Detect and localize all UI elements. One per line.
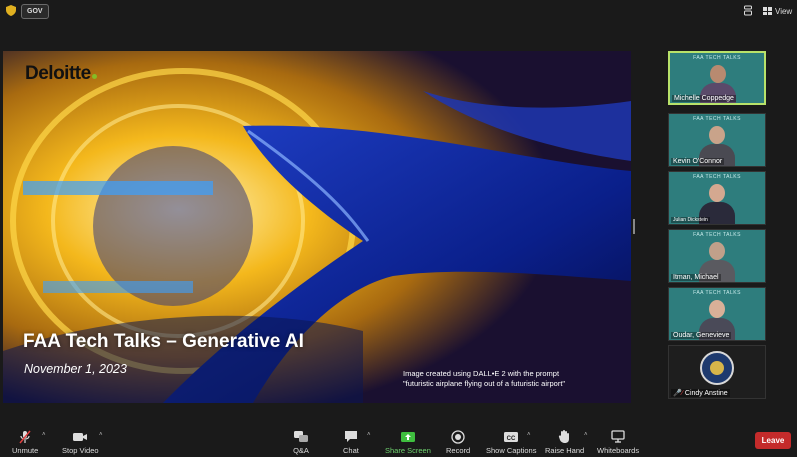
participant-tile[interactable]: FAA TECH TALKS Kevin O'Connor xyxy=(668,113,766,167)
chat-button[interactable]: Chat xyxy=(343,429,359,455)
stop-video-label: Stop Video xyxy=(62,446,99,455)
immersive-view-icon[interactable] xyxy=(743,5,753,16)
unmute-label: Unmute xyxy=(12,446,39,455)
shared-screen: Deloitte FAA Tech Talks – Generative AI … xyxy=(3,51,631,403)
share-screen-label: Share Screen xyxy=(385,446,431,455)
participant-video xyxy=(709,126,725,144)
whiteboards-label: Whiteboards xyxy=(597,446,640,455)
participant-video xyxy=(709,184,725,202)
participant-name: Michelle Coppedge xyxy=(672,95,736,102)
chat-bubble-icon xyxy=(344,429,358,444)
tile-banner: FAA TECH TALKS xyxy=(693,174,741,180)
closed-captions-icon: CC xyxy=(503,429,519,444)
participant-tile[interactable]: FAA TECH TALKS Oudar, Genevieve xyxy=(668,287,766,341)
participant-name: Itman, Michael xyxy=(671,274,721,281)
unmute-button[interactable]: Unmute xyxy=(12,429,38,455)
video-camera-icon xyxy=(72,429,88,444)
deloitte-logo: Deloitte xyxy=(25,63,97,85)
record-icon xyxy=(451,429,465,444)
participant-name: Oudar, Genevieve xyxy=(671,332,732,339)
caption-line-2: "futuristic airplane flying out of a fut… xyxy=(403,378,566,388)
qa-button[interactable]: Q&A xyxy=(293,429,309,455)
tile-banner: FAA TECH TALKS xyxy=(693,116,741,122)
tile-banner: FAA TECH TALKS xyxy=(693,55,741,61)
raise-hand-label: Raise Hand xyxy=(545,446,585,455)
record-button[interactable]: Record xyxy=(446,429,470,455)
raise-hand-icon xyxy=(558,429,571,444)
participant-name: Kevin O'Connor xyxy=(671,158,725,165)
view-label: View xyxy=(775,6,793,16)
participant-tile[interactable]: FAA TECH TALKS Julian Dickstein xyxy=(668,171,766,225)
muted-mic-icon: 🎤∕ xyxy=(673,390,683,397)
participant-video xyxy=(710,65,726,83)
video-options-caret-icon[interactable]: ˄ xyxy=(99,432,103,438)
participant-video xyxy=(709,300,725,318)
audio-options-caret-icon[interactable]: ˄ xyxy=(42,432,46,438)
whiteboard-icon xyxy=(611,429,625,444)
meeting-toolbar: Unmute ˄ Stop Video ˄ Q&A Chat ˄ Share S… xyxy=(0,425,797,457)
show-captions-label: Show Captions xyxy=(486,446,537,455)
tile-banner: FAA TECH TALKS xyxy=(693,290,741,296)
participant-name: 🎤∕ Cindy Anstine xyxy=(671,389,730,397)
qa-bubbles-icon xyxy=(293,429,309,444)
participant-tile[interactable]: FAA TECH TALKS Itman, Michael xyxy=(668,229,766,283)
caption-line-1: Image created using DALL•E 2 with the pr… xyxy=(403,369,560,378)
top-bar: GOV View xyxy=(0,0,797,22)
participant-name: Julian Dickstein xyxy=(671,217,710,223)
share-screen-icon xyxy=(400,429,416,444)
slide-date: November 1, 2023 xyxy=(24,362,127,376)
tile-banner: FAA TECH TALKS xyxy=(693,232,741,238)
participant-video xyxy=(709,242,725,260)
chat-label: Chat xyxy=(343,446,359,455)
participant-tile[interactable]: FAA TECH TALKS Michelle Coppedge xyxy=(668,51,766,105)
gov-badge: GOV xyxy=(21,4,49,19)
share-screen-button[interactable]: Share Screen xyxy=(385,429,431,455)
grid-view-icon xyxy=(763,7,772,15)
view-button[interactable]: View xyxy=(763,4,792,18)
stop-video-button[interactable]: Stop Video xyxy=(62,429,99,455)
record-label: Record xyxy=(446,446,471,455)
image-caption: Image created using DALL•E 2 with the pr… xyxy=(403,369,623,388)
panel-resize-handle[interactable] xyxy=(633,219,635,234)
security-shield-icon[interactable] xyxy=(6,5,16,16)
participant-tile[interactable]: 🎤∕ Cindy Anstine xyxy=(668,345,766,399)
captions-options-caret-icon[interactable]: ˄ xyxy=(527,432,531,438)
raise-hand-button[interactable]: Raise Hand xyxy=(545,429,584,455)
qa-label: Q&A xyxy=(293,446,309,455)
reactions-caret-icon[interactable]: ˄ xyxy=(584,432,588,438)
chat-options-caret-icon[interactable]: ˄ xyxy=(367,432,371,438)
faa-seal-logo xyxy=(700,351,734,385)
svg-text:CC: CC xyxy=(507,436,516,442)
leave-button[interactable]: Leave xyxy=(755,432,791,449)
microphone-muted-icon xyxy=(18,429,32,444)
whiteboards-button[interactable]: Whiteboards xyxy=(597,429,639,455)
slide-title: FAA Tech Talks – Generative AI xyxy=(23,331,304,352)
